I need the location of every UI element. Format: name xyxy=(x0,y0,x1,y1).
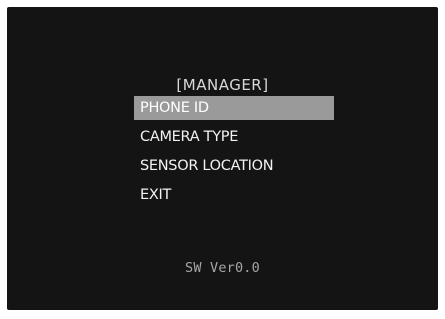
osd-screen: [MANAGER] PHONE ID CAMERA TYPE SENSOR LO… xyxy=(7,7,438,310)
menu-title: [MANAGER] xyxy=(176,76,269,94)
menu-item-camera-type[interactable]: CAMERA TYPE xyxy=(134,125,334,149)
software-version: SW Ver0.0 xyxy=(185,260,260,276)
menu-item-exit[interactable]: EXIT xyxy=(134,183,334,207)
menu-item-sensor-location[interactable]: SENSOR LOCATION xyxy=(134,154,334,178)
manager-menu: PHONE ID CAMERA TYPE SENSOR LOCATION EXI… xyxy=(134,96,334,212)
monitor-frame: [MANAGER] PHONE ID CAMERA TYPE SENSOR LO… xyxy=(0,0,445,319)
menu-item-phone-id[interactable]: PHONE ID xyxy=(134,96,334,120)
